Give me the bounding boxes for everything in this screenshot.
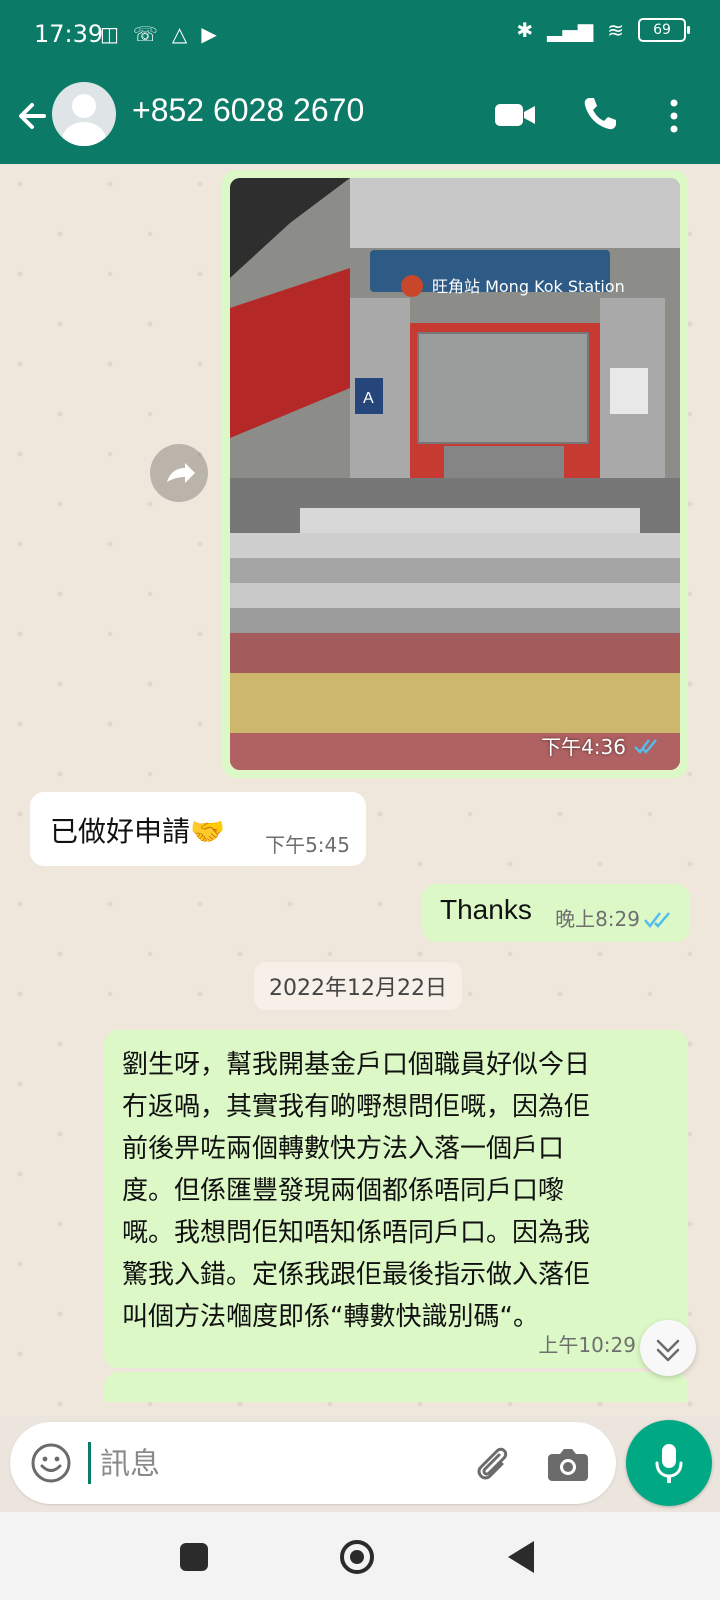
more-options-icon[interactable] [666, 96, 682, 136]
battery-icon: 69 [638, 18, 690, 42]
long-message-text: 劉生呀，幫我開基金戶口個職員好似今日 冇返喎，其實我有啲嘢想問佢嘅，因為佢 前後… [122, 1050, 591, 1332]
play-icon: ▶ [201, 22, 217, 46]
chevron-down-icon [656, 1339, 680, 1362]
contact-name[interactable]: +852 6028 2670 [132, 92, 364, 129]
long-message-time: 上午10:29 [538, 1333, 636, 1357]
back-icon[interactable] [508, 1541, 534, 1573]
emoji-icon[interactable] [30, 1442, 72, 1484]
status-time: 17:39 [34, 20, 104, 48]
incoming-message[interactable]: 已做好申請🤝 下午5:45 [30, 792, 366, 866]
status-bar: 17:39 ◫ ☏ △ ▶ ✱ ▂▄▆ ≋ 69 [0, 0, 720, 72]
long-outgoing-message[interactable]: 劉生呀，幫我開基金戶口個職員好似今日 冇返喎，其實我有啲嘢想問佢嘅，因為佢 前後… [104, 1030, 688, 1368]
wifi-icon: ≋ [607, 18, 624, 42]
voice-call-icon[interactable] [580, 94, 620, 134]
incoming-message-time: 下午5:45 [265, 833, 350, 857]
camera-icon[interactable] [546, 1444, 590, 1484]
missed-call-icon: ☏ [132, 22, 158, 46]
recent-apps-icon[interactable] [180, 1543, 208, 1571]
status-right-icons: ✱ ▂▄▆ ≋ 69 [516, 18, 690, 42]
signal-icon: ▂▄▆ [547, 18, 594, 42]
read-receipt-icon [644, 912, 670, 928]
drive-icon: △ [171, 22, 188, 46]
forward-button[interactable] [150, 444, 208, 502]
video-call-icon[interactable] [494, 100, 536, 130]
forward-icon [167, 463, 195, 483]
chat-header: +852 6028 2670 [0, 72, 720, 164]
image-message-meta: 下午4:36 [541, 731, 662, 760]
nfc-icon: ◫ [100, 22, 119, 46]
message-composer [10, 1422, 616, 1504]
text-cursor [88, 1442, 91, 1484]
voice-message-button[interactable] [626, 1420, 712, 1506]
outgoing-message[interactable]: Thanks 晚上8:29 [422, 884, 690, 942]
station-sign: 旺角站 Mong Kok Station [432, 277, 625, 296]
outgoing-message-text: Thanks [440, 894, 532, 925]
attach-icon[interactable] [470, 1442, 512, 1484]
next-message-edge [104, 1372, 688, 1402]
incoming-message-text: 已做好申請🤝 [50, 815, 225, 848]
image-message-time: 下午4:36 [541, 735, 626, 759]
date-divider: 2022年12月22日 [254, 962, 462, 1010]
avatar[interactable] [52, 82, 116, 146]
microphone-icon [655, 1444, 683, 1483]
battery-level: 69 [653, 22, 671, 38]
image-message[interactable]: 旺角站 Mong Kok Station A 下午4:36 [222, 170, 688, 778]
message-input[interactable] [98, 1440, 462, 1488]
home-icon[interactable] [340, 1540, 374, 1574]
read-receipt-icon [634, 738, 657, 754]
scroll-to-bottom-button[interactable] [640, 1320, 696, 1376]
exit-sign: A [363, 390, 374, 407]
bluetooth-icon: ✱ [516, 18, 534, 42]
status-left-icons: ◫ ☏ △ ▶ [100, 22, 217, 46]
back-arrow-icon[interactable] [14, 96, 50, 136]
chat-area[interactable]: 旺角站 Mong Kok Station A 下午4:36 已做好申請🤝 下午5… [0, 164, 720, 1416]
mong-kok-station-photo[interactable]: 旺角站 Mong Kok Station A 下午4:36 [230, 178, 680, 770]
outgoing-message-time: 晚上8:29 [555, 907, 640, 931]
